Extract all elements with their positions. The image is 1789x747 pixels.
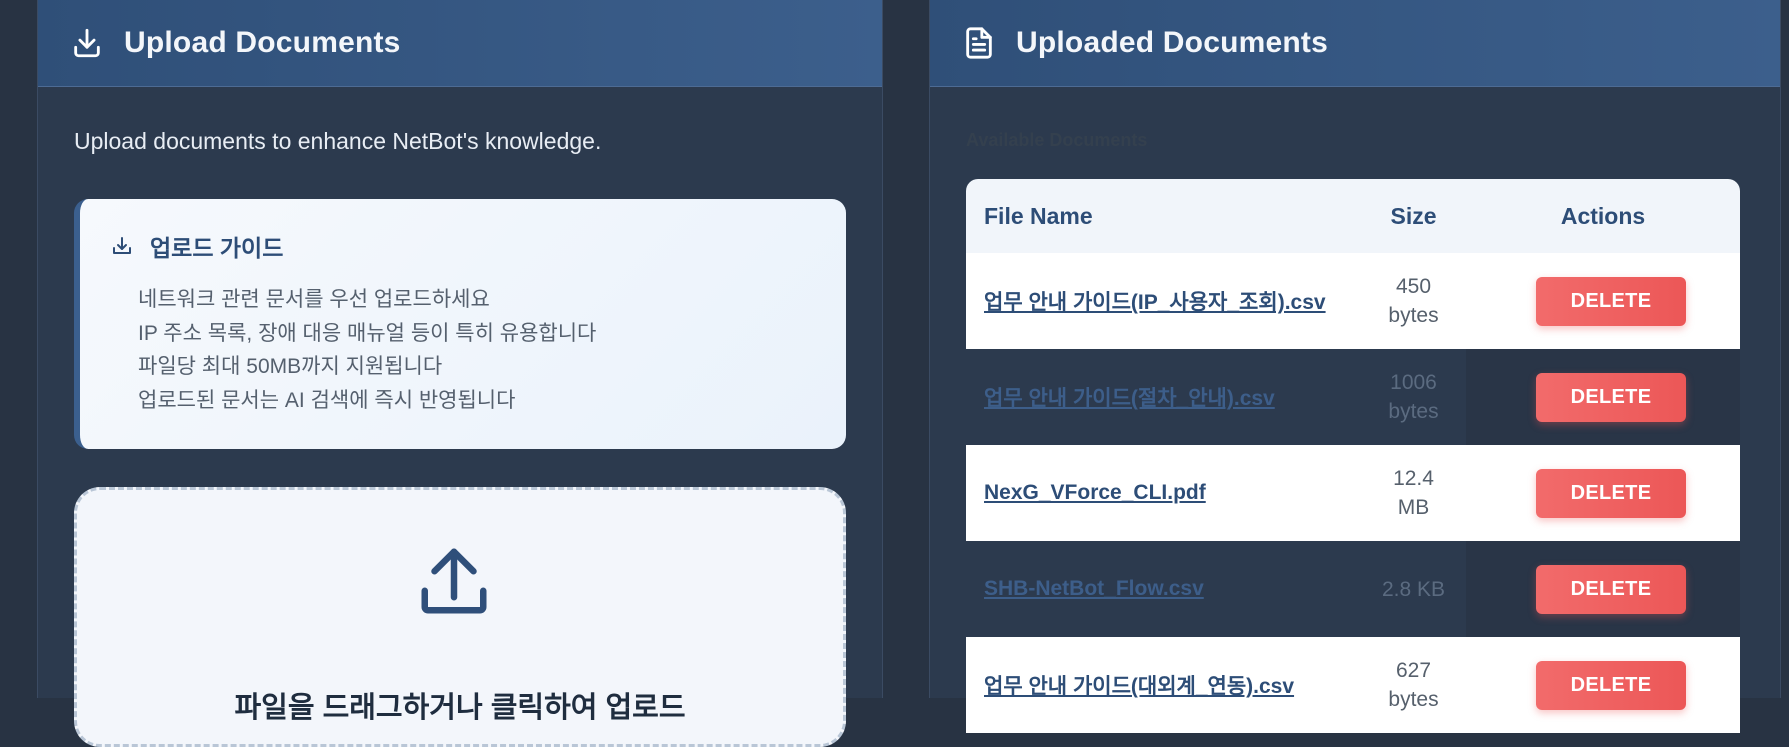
guide-item: 네트워크 관련 문서를 우선 업로드하세요 (138, 288, 490, 311)
documents-panel-title: Uploaded Documents (1016, 26, 1328, 59)
file-size-cell: 450 bytes (1361, 253, 1466, 349)
table-header-row: File Name Size Actions (966, 179, 1740, 253)
table-row: SHB-NetBot_Flow.csv 2.8 KB DELETE (966, 541, 1740, 637)
file-size: 12.4 MB (1393, 467, 1434, 519)
upload-intro-text: Upload documents to enhance NetBot's kno… (74, 128, 602, 154)
file-link[interactable]: 업무 안내 가이드(절차_안내).csv (984, 387, 1275, 410)
column-header-actions: Actions (1466, 179, 1740, 253)
file-size: 450 bytes (1388, 275, 1439, 327)
file-size: 1006 bytes (1388, 371, 1439, 423)
upload-guide-card: 업로드 가이드 네트워크 관련 문서를 우선 업로드하세요 IP 주소 목록, … (74, 199, 846, 449)
delete-button[interactable]: DELETE (1536, 468, 1686, 518)
delete-button[interactable]: DELETE (1536, 564, 1686, 614)
file-name-cell: 업무 안내 가이드(대외계_연동).csv (966, 637, 1361, 733)
file-name-cell: NexG_VForce_CLI.pdf (966, 445, 1361, 541)
file-link[interactable]: NexG_VForce_CLI.pdf (984, 481, 1206, 504)
dropzone-text: 파일을 드래그하거나 클릭하여 업로드 (234, 692, 686, 724)
documents-table: File Name Size Actions 업무 안내 가이드(IP_사용자_… (966, 179, 1740, 733)
actions-cell: DELETE (1466, 541, 1740, 637)
upload-panel-header: Upload Documents (38, 0, 882, 87)
delete-button[interactable]: DELETE (1536, 372, 1686, 422)
actions-cell: DELETE (1466, 637, 1740, 733)
column-header-size: Size (1361, 179, 1466, 253)
delete-button[interactable]: DELETE (1536, 660, 1686, 710)
actions-cell: DELETE (1466, 445, 1740, 541)
delete-button[interactable]: DELETE (1536, 276, 1686, 326)
documents-panel-header: Uploaded Documents (930, 0, 1780, 87)
uploaded-documents-panel: Uploaded Documents Available Documents F… (929, 0, 1781, 733)
file-link[interactable]: 업무 안내 가이드(대외계_연동).csv (984, 675, 1294, 698)
table-row: 업무 안내 가이드(IP_사용자_조회).csv 450 bytes DELET… (966, 253, 1740, 349)
guide-item: 업로드된 문서는 AI 검색에 즉시 반영됩니다 (138, 388, 516, 412)
file-size: 627 bytes (1388, 659, 1439, 711)
upload-guide-heading: 업로드 가이드 (110, 229, 283, 263)
file-name-cell: 업무 안내 가이드(IP_사용자_조회).csv (966, 253, 1361, 349)
download-icon (70, 26, 104, 60)
file-size-cell: 1006 bytes (1361, 349, 1466, 445)
file-link[interactable]: 업무 안내 가이드(IP_사용자_조회).csv (984, 291, 1326, 314)
file-size-cell: 627 bytes (1361, 637, 1466, 733)
upload-documents-panel: Upload Documents Upload documents to enh… (37, 0, 883, 747)
file-size-cell: 2.8 KB (1361, 541, 1466, 637)
upload-guide-list: 네트워크 관련 문서를 우선 업로드하세요 IP 주소 목록, 장애 대응 매뉴… (138, 283, 596, 417)
document-icon (962, 26, 996, 60)
upload-arrow-icon (415, 542, 493, 620)
table-row: 업무 안내 가이드(대외계_연동).csv 627 bytes DELETE (966, 637, 1740, 733)
available-documents-label: Available Documents (966, 130, 1148, 150)
file-name-cell: SHB-NetBot_Flow.csv (966, 541, 1361, 637)
guide-item: IP 주소 목록, 장애 대응 매뉴얼 등이 특히 유용합니다 (138, 321, 597, 345)
column-header-file-name: File Name (966, 179, 1361, 253)
table-row: 업무 안내 가이드(절차_안내).csv 1006 bytes DELETE (966, 349, 1740, 445)
file-name-cell: 업무 안내 가이드(절차_안내).csv (966, 349, 1361, 445)
table-row: NexG_VForce_CLI.pdf 12.4 MB DELETE (966, 445, 1740, 541)
upload-tray-icon (110, 234, 134, 258)
upload-guide-title: 업로드 가이드 (150, 235, 284, 261)
guide-item: 파일당 최대 50MB까지 지원됩니다 (138, 355, 443, 378)
upload-panel-title: Upload Documents (124, 26, 401, 59)
actions-cell: DELETE (1466, 349, 1740, 445)
file-size: 2.8 KB (1381, 577, 1446, 601)
file-size-cell: 12.4 MB (1361, 445, 1466, 541)
file-link[interactable]: SHB-NetBot_Flow.csv (984, 577, 1204, 600)
actions-cell: DELETE (1466, 253, 1740, 349)
file-dropzone[interactable]: 파일을 드래그하거나 클릭하여 업로드 (74, 487, 846, 747)
